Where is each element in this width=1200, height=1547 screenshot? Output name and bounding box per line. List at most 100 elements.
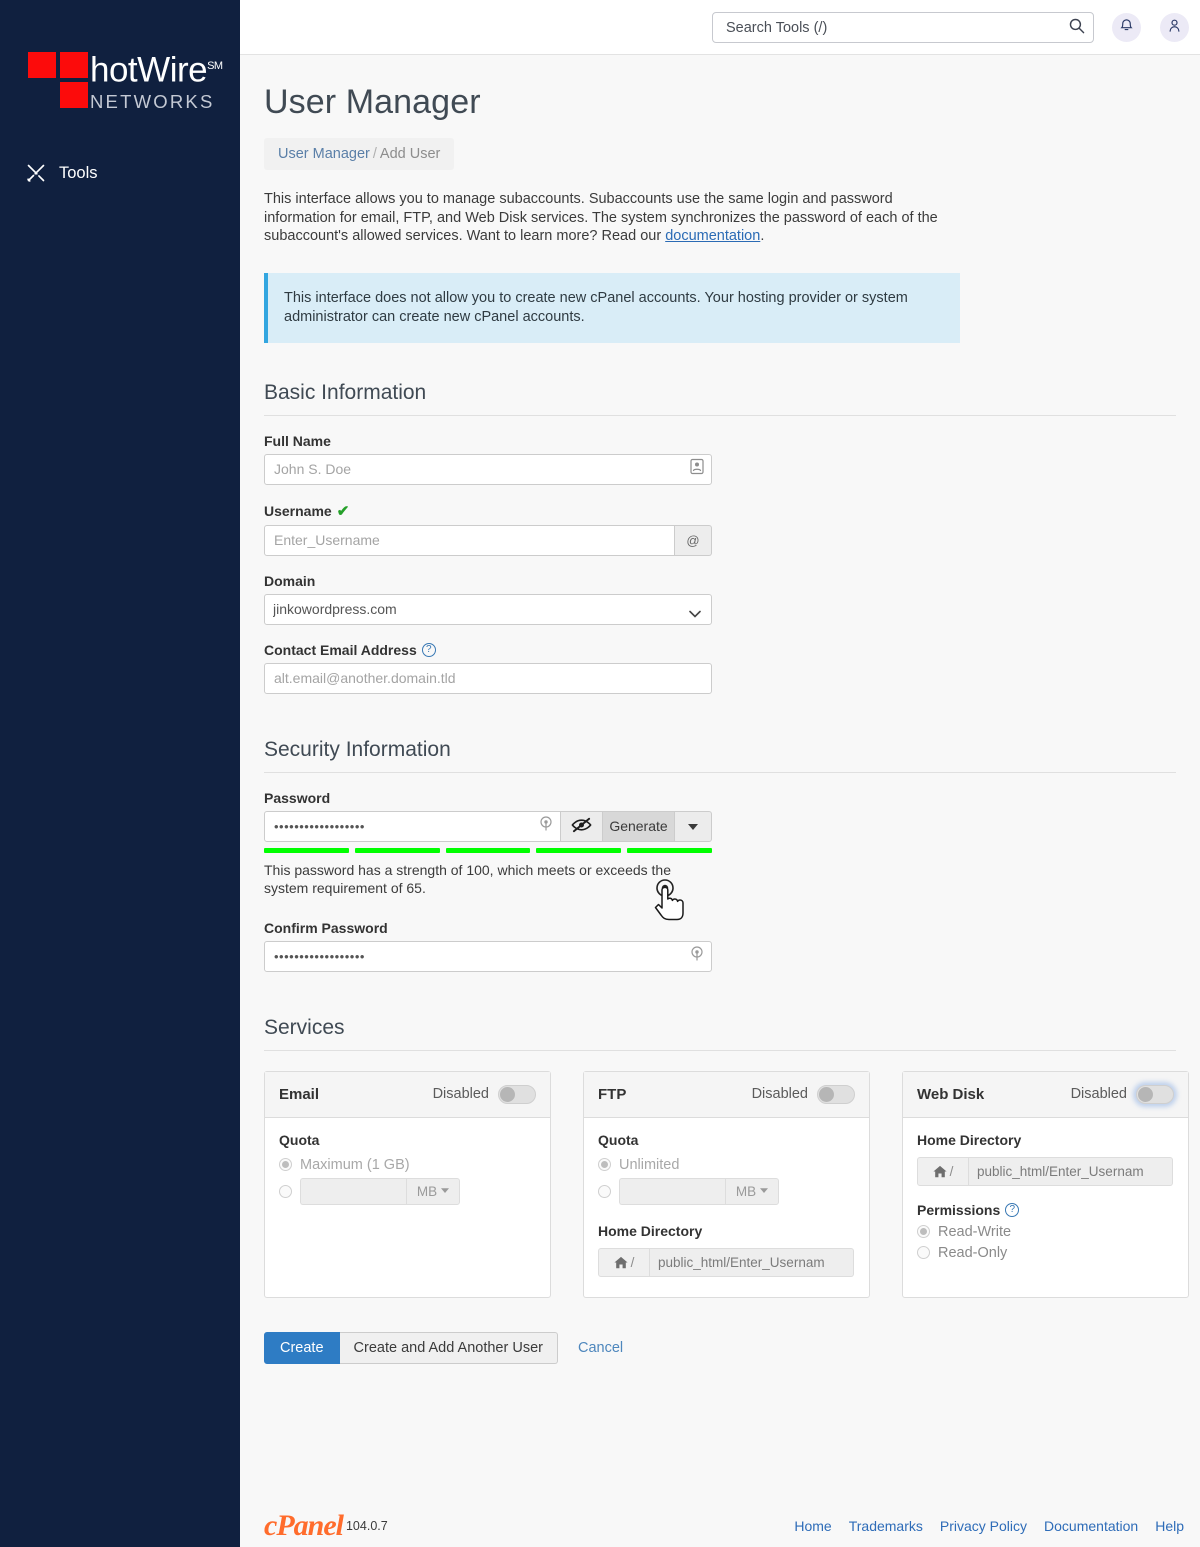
email-service-toggle[interactable]: Disabled bbox=[432, 1084, 536, 1104]
ftp-quota-input[interactable] bbox=[619, 1177, 725, 1205]
logo-sub-text: NETWORKS bbox=[90, 90, 215, 112]
ftp-home-directory-label: Home Directory bbox=[598, 1222, 703, 1239]
breadcrumb: User Manager / Add User bbox=[264, 138, 455, 170]
field-confirm-password: Confirm Password bbox=[264, 920, 1200, 972]
ftp-home-directory-input[interactable] bbox=[650, 1247, 854, 1277]
caret-down-icon bbox=[441, 1188, 450, 1193]
bell-icon bbox=[1119, 18, 1134, 38]
services-cards-row: Email Disabled Quota Maximum (1 GB) MB F… bbox=[264, 1070, 1200, 1298]
footer-link-privacy-policy[interactable]: Privacy Policy bbox=[940, 1518, 1027, 1534]
home-icon bbox=[614, 1256, 628, 1268]
cancel-link[interactable]: Cancel bbox=[578, 1340, 623, 1356]
web-disk-service-toggle[interactable]: Disabled bbox=[1071, 1084, 1174, 1104]
notifications-button[interactable] bbox=[1112, 13, 1141, 42]
username-label: Username ✔ bbox=[264, 502, 1200, 520]
generate-password-button[interactable]: Generate bbox=[603, 810, 675, 842]
radio-icon bbox=[917, 1246, 930, 1259]
service-card-email: Email Disabled Quota Maximum (1 GB) MB bbox=[264, 1070, 551, 1298]
ftp-service-toggle[interactable]: Disabled bbox=[752, 1084, 855, 1104]
username-input[interactable] bbox=[264, 524, 675, 556]
toggle-switch-icon bbox=[817, 1084, 855, 1104]
service-card-header: Email Disabled bbox=[265, 1071, 550, 1118]
contact-email-input[interactable] bbox=[264, 662, 712, 694]
ftp-quota-unit-dropdown[interactable]: MB bbox=[725, 1177, 779, 1205]
toggle-switch-icon bbox=[1136, 1084, 1174, 1104]
intro-period: . bbox=[760, 228, 765, 244]
create-button[interactable]: Create bbox=[264, 1331, 340, 1364]
email-quota-label: Quota bbox=[279, 1131, 320, 1148]
username-at-addon[interactable]: @ bbox=[675, 524, 712, 556]
unit-label: MB bbox=[416, 1183, 438, 1199]
top-bar bbox=[240, 0, 1200, 55]
logo-squares-icon bbox=[28, 48, 92, 110]
footer-link-home[interactable]: Home bbox=[794, 1518, 831, 1534]
sidebar-item-tools[interactable]: Tools bbox=[26, 163, 98, 183]
radio-label: Read-Only bbox=[938, 1244, 1008, 1261]
breadcrumb-current: Add User bbox=[379, 146, 441, 162]
breadcrumb-parent-link[interactable]: User Manager bbox=[278, 146, 370, 162]
web-disk-home-directory-input[interactable] bbox=[969, 1156, 1173, 1186]
password-input[interactable] bbox=[264, 810, 561, 842]
search-input[interactable] bbox=[724, 18, 1068, 37]
generate-options-dropdown-button[interactable] bbox=[675, 810, 712, 842]
service-name: Email bbox=[279, 1085, 320, 1103]
footer-link-documentation[interactable]: Documentation bbox=[1044, 1518, 1138, 1534]
password-strength-meter bbox=[264, 847, 712, 853]
home-icon-prefix: / bbox=[917, 1156, 969, 1186]
service-card-body: Quota Unlimited MB Home Directory / publ… bbox=[584, 1118, 869, 1297]
password-label: Password bbox=[264, 789, 331, 806]
section-services: Services bbox=[264, 1016, 1176, 1051]
search-icon[interactable] bbox=[1068, 17, 1085, 39]
question-icon[interactable]: ? bbox=[1005, 1202, 1020, 1217]
footer-link-help[interactable]: Help bbox=[1155, 1518, 1184, 1534]
ftp-quota-label: Quota bbox=[598, 1131, 639, 1148]
permission-option-read-only[interactable]: Read-Only bbox=[917, 1245, 1174, 1261]
strength-segment bbox=[627, 847, 712, 853]
caret-down-icon bbox=[760, 1188, 769, 1193]
service-state-label: Disabled bbox=[432, 1086, 489, 1102]
brand-logo: hotWireSM NETWORKS bbox=[28, 48, 223, 113]
email-quota-unit-dropdown[interactable]: MB bbox=[406, 1177, 460, 1205]
confirm-password-label: Confirm Password bbox=[264, 919, 388, 936]
full-name-input[interactable] bbox=[264, 453, 712, 485]
strength-segment bbox=[536, 847, 622, 853]
ftp-quota-custom-option[interactable]: MB bbox=[598, 1177, 855, 1205]
footer-link-trademarks[interactable]: Trademarks bbox=[849, 1518, 923, 1534]
service-name: FTP bbox=[598, 1085, 627, 1103]
username-control: @ bbox=[264, 524, 712, 556]
logo-servicemark: SM bbox=[207, 60, 223, 72]
service-card-ftp: FTP Disabled Quota Unlimited MB Home Dir… bbox=[583, 1070, 870, 1298]
ftp-home-directory-group: / bbox=[598, 1247, 854, 1277]
search-container[interactable] bbox=[712, 12, 1094, 43]
contact-email-label: Contact Email Address ? bbox=[264, 642, 1200, 658]
field-domain: Domain jinkowordpress.com bbox=[264, 573, 1200, 625]
email-quota-input[interactable] bbox=[300, 1177, 406, 1205]
breadcrumb-separator: / bbox=[372, 146, 377, 162]
create-and-add-another-user-button[interactable]: Create and Add Another User bbox=[339, 1331, 558, 1364]
page-title: User Manager bbox=[264, 83, 481, 121]
toggle-switch-icon bbox=[498, 1084, 536, 1104]
service-card-body: Home Directory / Permissions ? bbox=[903, 1118, 1188, 1286]
ftp-quota-unlimited-option[interactable]: Unlimited bbox=[598, 1157, 855, 1173]
confirm-password-input[interactable] bbox=[264, 940, 712, 972]
email-quota-maximum-option[interactable]: Maximum (1 GB) bbox=[279, 1157, 536, 1173]
strength-segment bbox=[264, 847, 349, 853]
toggle-password-visibility-button[interactable] bbox=[561, 810, 603, 842]
logo-main-text: hotWireSM bbox=[90, 48, 223, 89]
domain-select[interactable]: jinkowordpress.com bbox=[264, 593, 712, 625]
question-icon[interactable]: ? bbox=[421, 642, 436, 657]
eye-slash-icon bbox=[571, 817, 592, 836]
permission-option-read-write[interactable]: Read-Write bbox=[917, 1224, 1174, 1240]
account-button[interactable] bbox=[1160, 13, 1189, 42]
documentation-link[interactable]: documentation bbox=[665, 228, 760, 244]
info-notice-text: This interface does not allow you to cre… bbox=[284, 289, 908, 325]
section-basic-information: Basic Information bbox=[264, 381, 1176, 416]
contact-email-control bbox=[264, 662, 712, 694]
permissions-label-text: Permissions bbox=[917, 1201, 1001, 1218]
password-control: Generate bbox=[264, 810, 712, 842]
field-username: Username ✔ @ bbox=[264, 502, 1200, 556]
web-disk-permissions-label: Permissions ? bbox=[917, 1202, 1174, 1218]
service-name: Web Disk bbox=[917, 1085, 985, 1103]
email-quota-custom-option[interactable]: MB bbox=[279, 1177, 536, 1205]
strength-segment bbox=[354, 847, 440, 853]
